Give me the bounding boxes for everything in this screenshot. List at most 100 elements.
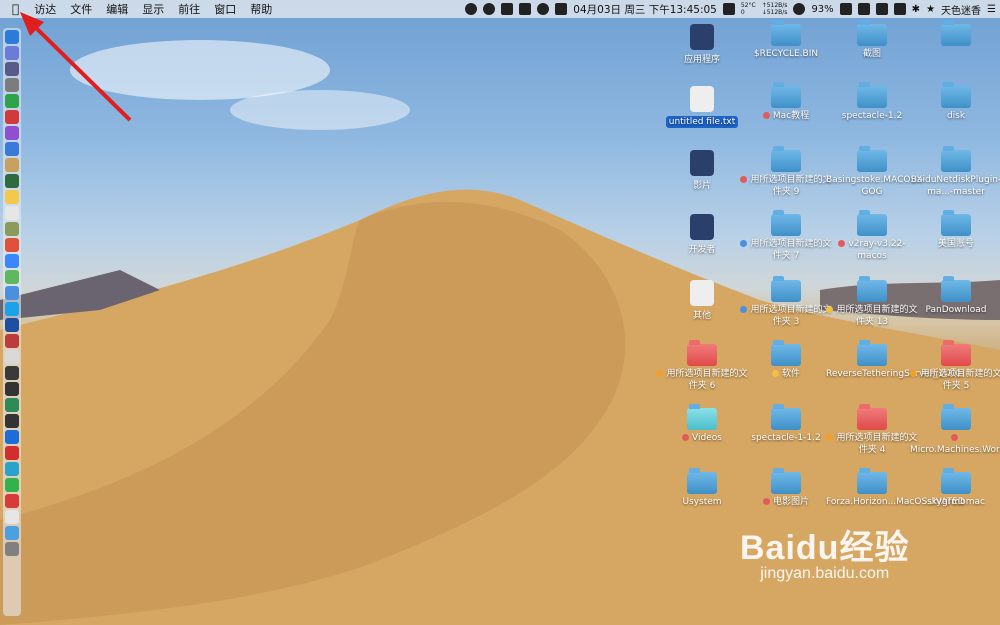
- desktop-icon[interactable]: 影片: [656, 150, 748, 192]
- desktop-icon[interactable]: 用所选项目新建的文件夹 5: [910, 340, 1000, 392]
- dock-app-icon[interactable]: [5, 206, 19, 220]
- dock-app-icon[interactable]: [5, 222, 19, 236]
- dock-app-icon[interactable]: [5, 318, 19, 332]
- globe-icon[interactable]: [537, 3, 550, 15]
- bars-icon[interactable]: [875, 3, 888, 15]
- desktop-icon[interactable]: 用所选项目新建的文件夹 7: [740, 210, 832, 262]
- desktop-icon-label: 软件: [740, 368, 832, 380]
- color-tag-icon: [740, 240, 748, 247]
- dock-app-icon[interactable]: [5, 350, 19, 364]
- dock-app-icon[interactable]: [5, 174, 19, 188]
- battery-percent: 93%: [811, 3, 834, 15]
- color-tag-icon: [762, 498, 770, 505]
- qq-icon[interactable]: [465, 3, 478, 15]
- dock-app-icon[interactable]: [5, 302, 19, 316]
- color-tag-icon: [740, 176, 748, 183]
- desktop[interactable]:  访达 文件 编辑 显示 前往 窗口 帮助 04月03日 周三 下午13:45…: [0, 0, 1000, 625]
- desktop-icon[interactable]: Videos: [656, 404, 748, 444]
- desktop-icon-label: Videos: [656, 432, 748, 444]
- dock-app-icon[interactable]: [5, 478, 19, 492]
- desktop-icon[interactable]: 用所选项目新建的文件夹 4: [826, 404, 918, 456]
- desktop-icon[interactable]: skygrmbmac: [910, 468, 1000, 508]
- dots-icon[interactable]: [501, 3, 514, 15]
- battery-icon[interactable]: [839, 3, 852, 15]
- dock-app-icon[interactable]: [5, 382, 19, 396]
- menu-go[interactable]: 前往: [178, 1, 200, 17]
- desktop-icon[interactable]: 软件: [740, 340, 832, 380]
- desktop-icon[interactable]: [910, 20, 1000, 48]
- folder-icon: [771, 210, 801, 236]
- desktop-icon[interactable]: spectacle-1.2: [826, 82, 918, 122]
- dock-app-icon[interactable]: [5, 334, 19, 348]
- desktop-icon-label: 用所选项目新建的文件夹 4: [826, 432, 918, 456]
- desktop-icon[interactable]: 电影图片: [740, 468, 832, 508]
- dock-app-icon[interactable]: [5, 190, 19, 204]
- dock-app-icon[interactable]: [5, 526, 19, 540]
- desktop-icon[interactable]: v2ray-v3.22-macos: [826, 210, 918, 262]
- document-icon: [690, 280, 714, 306]
- desktop-icon[interactable]: disk: [910, 82, 1000, 122]
- dock-app-icon[interactable]: [5, 446, 19, 460]
- desktop-icon[interactable]: ReverseTetheringServer_1.2.0: [826, 340, 961, 380]
- desktop-icon-label: Basingstoke.MACOSX-GOG: [826, 175, 926, 197]
- wifi-icon[interactable]: [793, 3, 806, 15]
- desktop-icon[interactable]: spectacle-1-1.2: [740, 404, 832, 444]
- calendar-icon[interactable]: [555, 3, 568, 15]
- activity-icon[interactable]: [483, 3, 496, 15]
- desktop-icon[interactable]: 用所选项目新建的文件夹 13: [826, 276, 918, 328]
- s-icon[interactable]: [893, 3, 906, 15]
- notification-center-icon[interactable]: ☰: [987, 4, 996, 15]
- dock-app-icon[interactable]: [5, 142, 19, 156]
- folder-icon: [771, 146, 801, 172]
- menu-help[interactable]: 帮助: [250, 1, 272, 17]
- desktop-icon[interactable]: 截图: [826, 20, 918, 60]
- clock[interactable]: 04月03日 周三 下午13:45:05: [573, 2, 717, 17]
- desktop-icon[interactable]: Micro.Machines.Worl...IVATED: [910, 404, 1000, 456]
- color-tag-icon: [762, 112, 770, 119]
- dock-app-icon[interactable]: [5, 270, 19, 284]
- dock-app-icon[interactable]: [5, 398, 19, 412]
- dock-app-icon[interactable]: [5, 158, 19, 172]
- desktop-icon[interactable]: 用所选项目新建的文件夹 3: [740, 276, 832, 328]
- desktop-icon[interactable]: Forza.Horizon...MacOS..IVATED: [826, 468, 965, 508]
- desktop-icon-label: spectacle-1-1.2: [751, 433, 821, 443]
- color-tag-icon: [740, 306, 748, 313]
- desktop-icon[interactable]: 用所选项目新建的文件夹 6: [656, 340, 748, 392]
- desktop-icon[interactable]: 其他: [656, 280, 748, 322]
- menu-window[interactable]: 窗口: [214, 1, 236, 17]
- user-name[interactable]: 天色迷香: [941, 2, 981, 17]
- dock-app-icon[interactable]: [5, 542, 19, 556]
- desktop-icon[interactable]: BaiduNetdiskPlugin-ma...-master: [910, 146, 1000, 198]
- folder-icon: [941, 210, 971, 236]
- desktop-icon[interactable]: PanDownload: [910, 276, 1000, 316]
- desktop-icon[interactable]: Mac教程: [740, 82, 832, 122]
- desktop-icon[interactable]: 应用程序: [656, 24, 748, 66]
- desktop-icon[interactable]: $RECYCLE.BIN: [740, 20, 832, 60]
- dock-app-icon[interactable]: [5, 238, 19, 252]
- dock-app-icon[interactable]: [5, 494, 19, 508]
- star-icon[interactable]: ★: [926, 4, 935, 15]
- notification-icon[interactable]: [519, 3, 532, 15]
- dock-app-icon[interactable]: [5, 430, 19, 444]
- input-method-icon[interactable]: [857, 3, 870, 15]
- dock-app-icon[interactable]: [5, 510, 19, 524]
- bluetooth-icon[interactable]: ✱: [912, 4, 920, 15]
- desktop-icon[interactable]: 用所选项目新建的文件夹 9: [740, 146, 832, 198]
- desktop-icon-label: 用所选项目新建的文件夹 3: [740, 304, 832, 328]
- desktop-icon[interactable]: 开发者: [656, 214, 748, 256]
- watermark-logo: Baidu经验: [740, 529, 910, 567]
- grid-icon[interactable]: [722, 3, 735, 15]
- desktop-icon-label: 美国账号: [937, 239, 974, 249]
- desktop-icon-label: 用所选项目新建的文件夹 9: [740, 174, 832, 198]
- dock-app-icon[interactable]: [5, 366, 19, 380]
- dock-app-icon[interactable]: [5, 254, 19, 268]
- desktop-icon[interactable]: untitled file.txt: [656, 86, 748, 128]
- desktop-icon[interactable]: 美国账号: [910, 210, 1000, 250]
- dock-app-icon[interactable]: [5, 462, 19, 476]
- dock-app-icon[interactable]: [5, 414, 19, 428]
- dock-app-icon[interactable]: [5, 286, 19, 300]
- menu-view[interactable]: 显示: [142, 1, 164, 17]
- desktop-icon-label: 其他: [692, 311, 711, 321]
- desktop-icon[interactable]: Usystem: [656, 468, 748, 508]
- desktop-icon[interactable]: Basingstoke.MACOSX-GOG: [826, 146, 926, 198]
